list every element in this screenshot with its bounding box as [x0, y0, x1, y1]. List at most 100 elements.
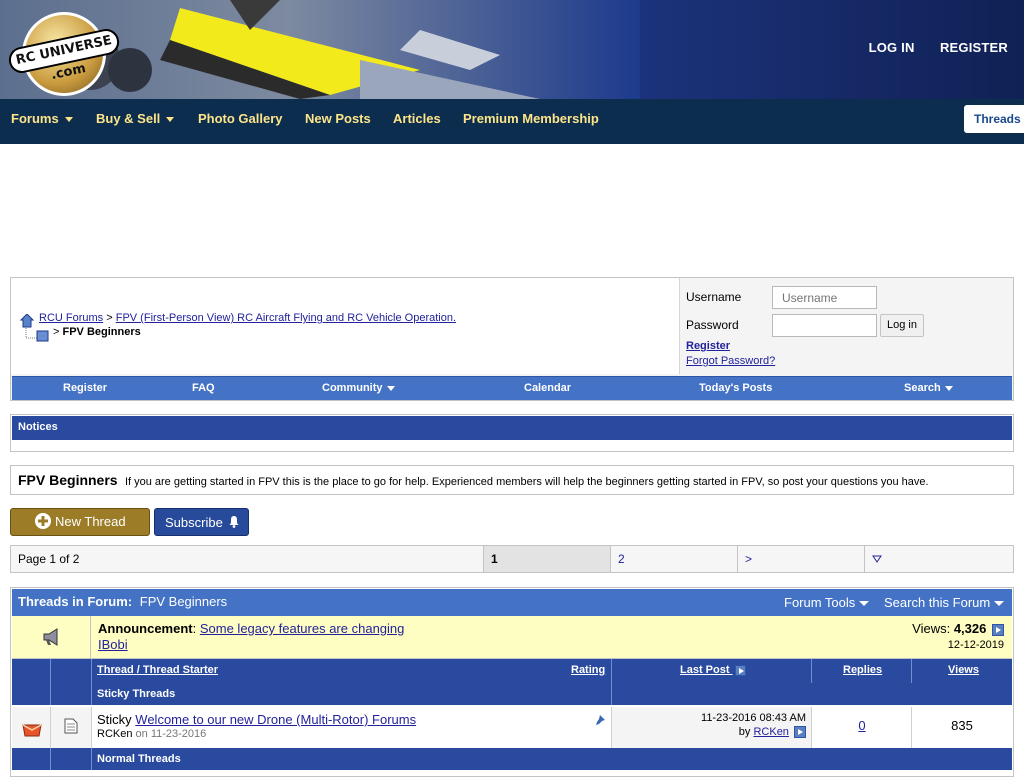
breadcrumb-root-link[interactable]: RCU Forums	[39, 312, 103, 324]
last-post-user-link[interactable]: RCKen	[753, 726, 788, 738]
breadcrumb-separator: >	[106, 312, 113, 324]
nav-photo-gallery[interactable]: Photo Gallery	[198, 111, 283, 126]
threads-heading: Threads in Forum: FPV Beginners Forum To…	[12, 589, 1012, 616]
column-divider	[91, 683, 92, 705]
breadcrumb-current: > FPV Beginners	[53, 326, 141, 338]
nav-forums-label: Forums	[11, 111, 59, 126]
last-post-label: Last Post	[680, 664, 730, 676]
tab-threads[interactable]: Threads	[964, 105, 1024, 133]
toolbar-todays-posts[interactable]: Today's Posts	[699, 382, 772, 394]
announcement-title: Announcement: Some legacy features are c…	[98, 621, 405, 636]
forum-toolbar: Register FAQ Community Calendar Today's …	[12, 376, 1012, 400]
announcement-row: Announcement: Some legacy features are c…	[12, 616, 1012, 659]
toolbar-register[interactable]: Register	[63, 382, 107, 394]
search-forum-menu[interactable]: Search this Forum	[884, 595, 1005, 610]
forum-tools-menu[interactable]: Forum Tools	[784, 595, 870, 610]
replies-count[interactable]: 0	[812, 718, 912, 733]
nav-buy-sell[interactable]: Buy & Sell	[96, 111, 175, 126]
login-form: Username Password Log in Register Forgot…	[679, 278, 1013, 374]
sort-by-rating[interactable]: Rating	[571, 664, 605, 676]
page-jump-menu[interactable]	[864, 546, 1013, 572]
toolbar-faq[interactable]: FAQ	[192, 382, 215, 394]
announcement-label: Announcement	[98, 621, 193, 636]
last-post-by-label: by	[738, 726, 751, 738]
toolbar-search-label: Search	[904, 382, 941, 394]
table-row[interactable]: Sticky Welcome to our new Drone (Multi-R…	[12, 707, 1012, 748]
forgot-password-link[interactable]: Forgot Password?	[686, 355, 775, 367]
header-auth-links: LOG IN REGISTER	[847, 40, 1008, 55]
forum-title: FPV Beginners	[18, 472, 118, 488]
nav-forums[interactable]: Forums	[11, 111, 73, 126]
forum-description-text: If you are getting started in FPV this i…	[124, 476, 929, 488]
sort-by-last-post[interactable]: Last Post	[680, 664, 746, 676]
nav-buy-sell-label: Buy & Sell	[96, 111, 161, 126]
column-divider	[91, 659, 92, 683]
views-value: 4,326	[953, 621, 987, 636]
thread-prefix: Sticky	[97, 712, 132, 727]
next-page-link[interactable]: >	[737, 546, 864, 572]
nav-articles[interactable]: Articles	[393, 111, 441, 126]
page-info: Page 1 of 2	[18, 552, 80, 566]
header-register-link[interactable]: REGISTER	[940, 40, 1008, 55]
document-icon	[64, 718, 78, 734]
new-thread-button[interactable]: New Thread	[10, 508, 150, 536]
chevron-down-icon	[859, 601, 870, 607]
username-field[interactable]	[772, 286, 877, 309]
site-logo[interactable]: RC UNIVERSE .com	[6, 8, 122, 96]
register-link[interactable]: Register	[686, 340, 730, 352]
forum-tools-label: Forum Tools	[784, 595, 856, 610]
toolbar-calendar[interactable]: Calendar	[524, 382, 571, 394]
main-nav: Forums Buy & Sell Photo Gallery New Post…	[0, 99, 1024, 144]
page-2-link[interactable]: 2	[610, 546, 737, 572]
announcement-icon-cell	[12, 616, 91, 659]
sort-by-replies[interactable]: Replies	[843, 664, 882, 676]
sort-by-thread[interactable]: Thread	[97, 664, 134, 676]
toolbar-search[interactable]: Search	[904, 382, 953, 394]
nav-premium-membership[interactable]: Premium Membership	[463, 111, 599, 126]
plus-circle-icon	[35, 513, 51, 529]
header-login-link[interactable]: LOG IN	[869, 40, 915, 55]
new-thread-label: New Thread	[55, 514, 126, 529]
notices-heading: Notices	[12, 416, 1012, 440]
toolbar-community-label: Community	[322, 382, 383, 394]
thread-status-cell	[12, 707, 51, 748]
thread-type-cell	[51, 707, 92, 748]
views-label: Views:	[912, 621, 951, 636]
threads-heading-forum: FPV Beginners	[139, 594, 228, 609]
thread-starter-user[interactable]: RCKen	[97, 728, 132, 740]
bell-icon	[229, 516, 239, 528]
closed-folder-icon	[22, 724, 42, 737]
breadcrumb-current-label: FPV Beginners	[62, 326, 141, 338]
breadcrumb-panel: RCU Forums > FPV (First-Person View) RC …	[10, 277, 1014, 401]
go-to-last-post-icon[interactable]	[794, 726, 806, 739]
thread-title: Sticky Welcome to our new Drone (Multi-R…	[97, 712, 416, 727]
announcement-date: 12-12-2019	[947, 639, 1004, 651]
nav-new-posts[interactable]: New Posts	[305, 111, 371, 126]
megaphone-icon	[43, 628, 58, 646]
column-thread: Thread / Thread Starter	[97, 664, 218, 676]
threads-table: Threads in Forum: FPV Beginners Forum To…	[10, 587, 1014, 777]
sticky-threads-label: Sticky Threads	[97, 688, 176, 700]
announcement-link[interactable]: Some legacy features are changing	[200, 621, 405, 636]
views-count: 835	[951, 718, 973, 733]
chevron-down-icon	[994, 601, 1005, 607]
column-divider	[811, 659, 812, 683]
chevron-down-icon	[944, 385, 953, 391]
normal-threads-section: Normal Threads	[12, 748, 1012, 770]
sort-by-views[interactable]: Views	[948, 664, 979, 676]
chevron-down-icon	[64, 117, 73, 123]
chevron-down-icon	[872, 555, 882, 563]
toolbar-community[interactable]: Community	[322, 382, 395, 394]
thread-title-link[interactable]: Welcome to our new Drone (Multi-Rotor) F…	[135, 712, 416, 727]
subscribe-button[interactable]: Subscribe	[154, 508, 249, 536]
last-post-date: 11-23-2016 08:43 AM	[701, 712, 806, 724]
announcement-user-link[interactable]: IBobi	[98, 637, 128, 652]
password-field[interactable]	[772, 314, 877, 337]
sort-by-starter[interactable]: Thread Starter	[143, 664, 218, 676]
thread-start-date: on 11-23-2016	[135, 728, 207, 740]
chevron-down-icon	[386, 385, 395, 391]
go-to-post-icon[interactable]	[992, 623, 1004, 636]
login-button[interactable]: Log in	[880, 314, 924, 337]
breadcrumb-parent-link[interactable]: FPV (First-Person View) RC Aircraft Flyi…	[116, 312, 456, 324]
announcement-views: Views: 4,326	[912, 621, 1004, 636]
